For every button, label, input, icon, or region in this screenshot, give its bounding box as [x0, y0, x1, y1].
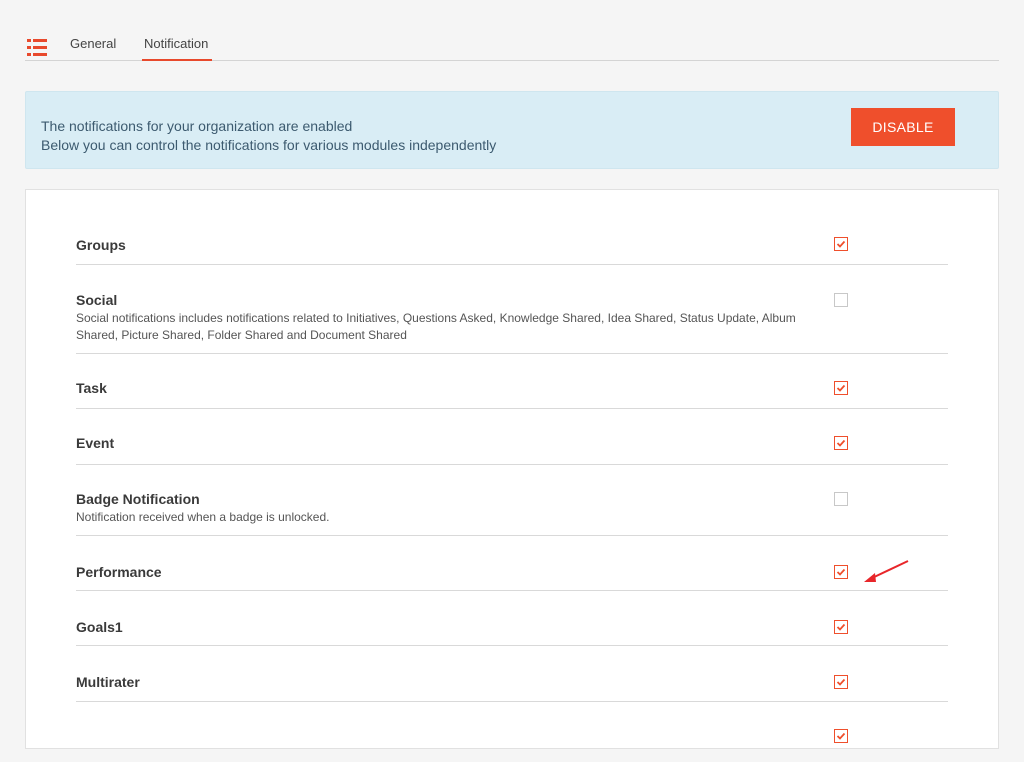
- checkmark-icon: [836, 732, 846, 740]
- tab-general[interactable]: General: [70, 36, 116, 59]
- groups-checkbox[interactable]: [834, 237, 848, 251]
- notification-description: Social notifications includes notificati…: [76, 311, 796, 342]
- list-icon[interactable]: [27, 39, 47, 56]
- notification-title: Goals1: [76, 619, 123, 635]
- notification-description: Notification received when a badge is un…: [76, 510, 330, 524]
- event-checkbox[interactable]: [834, 436, 848, 450]
- social-checkbox[interactable]: [834, 293, 848, 307]
- notification-title: Groups: [76, 237, 126, 253]
- checkmark-icon: [836, 623, 846, 631]
- notification-modules-card: Groups Social Social notifications inclu…: [25, 189, 999, 749]
- notification-status-banner: The notifications for your organization …: [25, 91, 999, 169]
- disable-button[interactable]: DISABLE: [851, 108, 955, 146]
- notification-title: Badge Notification: [76, 491, 200, 507]
- task-checkbox[interactable]: [834, 381, 848, 395]
- notification-title: Social: [76, 292, 118, 308]
- annotation-arrow-icon: [864, 560, 909, 582]
- notification-item-multirater: Multirater: [76, 646, 948, 702]
- notification-item-event: Event: [76, 409, 948, 465]
- notification-item-goals1: Goals1: [76, 591, 948, 646]
- notification-title: Performance: [76, 564, 162, 580]
- tab-notification[interactable]: Notification: [142, 36, 213, 61]
- badge-notification-checkbox[interactable]: [834, 492, 848, 506]
- checkmark-icon: [836, 678, 846, 686]
- checkmark-icon: [836, 384, 846, 392]
- notification-settings-page: General Notification The notifications f…: [0, 10, 1024, 749]
- banner-status-text: The notifications for your organization …: [41, 118, 353, 134]
- notification-title: Event: [76, 435, 115, 451]
- checkmark-icon: [836, 439, 846, 447]
- checkmark-icon: [836, 568, 846, 576]
- notification-item-social: Social Social notifications includes not…: [76, 265, 948, 354]
- notification-item-badge: Badge Notification Notification received…: [76, 465, 948, 536]
- top-bar: [0, 0, 1024, 10]
- notification-item-groups: Groups: [76, 190, 948, 265]
- tab-bar: General Notification: [25, 32, 999, 61]
- notification-title: Task: [76, 380, 107, 396]
- notification-item-partial: [76, 702, 948, 762]
- notification-item-performance: Performance: [76, 536, 948, 591]
- multirater-checkbox[interactable]: [834, 675, 848, 689]
- partial-row-checkbox[interactable]: [834, 729, 848, 743]
- notification-item-task: Task: [76, 354, 948, 409]
- banner-help-text: Below you can control the notifications …: [41, 137, 497, 153]
- performance-checkbox[interactable]: [834, 565, 848, 579]
- goals1-checkbox[interactable]: [834, 620, 848, 634]
- notification-title: Multirater: [76, 674, 140, 690]
- checkmark-icon: [836, 240, 846, 248]
